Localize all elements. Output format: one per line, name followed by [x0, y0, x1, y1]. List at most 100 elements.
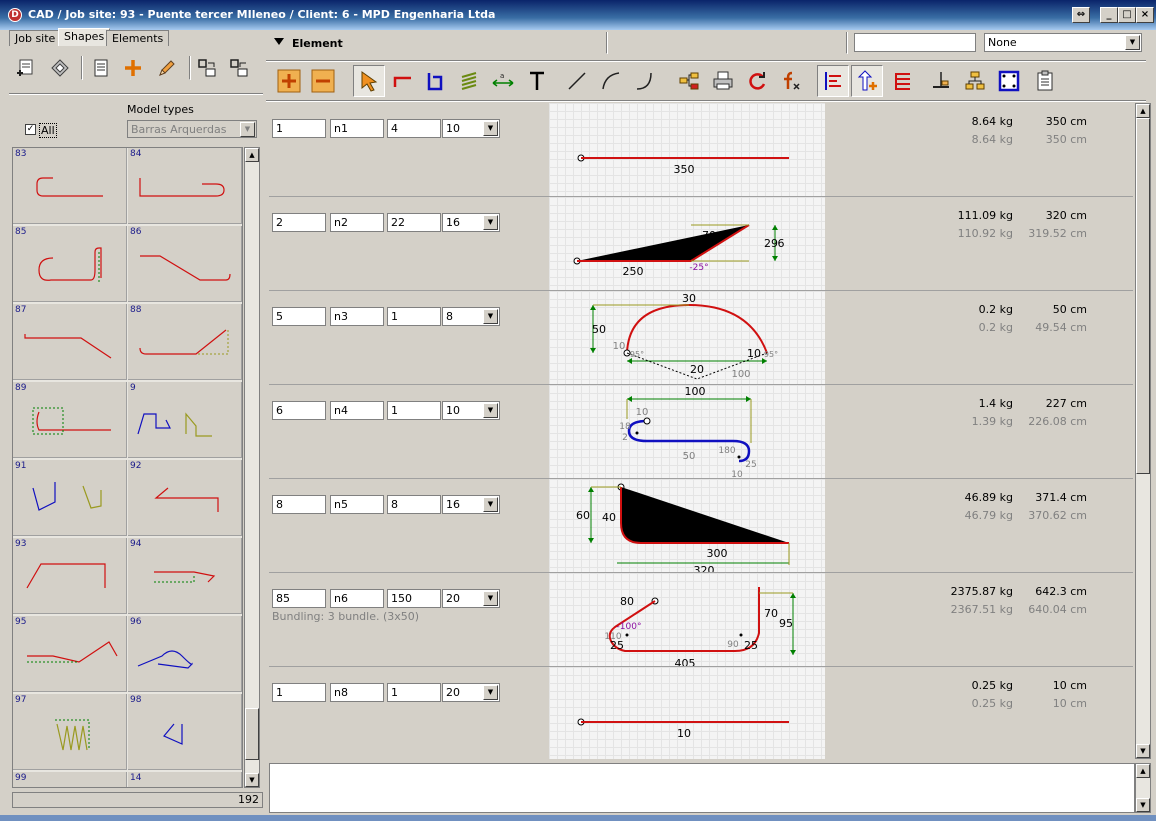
element-search-input[interactable] [854, 33, 976, 52]
shape-cell[interactable]: 97 [13, 694, 127, 770]
scroll-down-icon[interactable]: ▼ [1136, 798, 1150, 812]
diameter-select[interactable]: 20 ▼ [442, 683, 500, 702]
name-field[interactable]: n6 [330, 589, 384, 608]
chevron-down-icon[interactable]: ▼ [483, 309, 498, 324]
shape-cell[interactable]: 89 [13, 382, 127, 458]
shape-cell[interactable]: 93 [13, 538, 127, 614]
notes-textarea[interactable] [269, 763, 1135, 813]
shape-cell[interactable]: 88 [128, 304, 242, 380]
diameter-select[interactable]: 8 ▼ [442, 307, 500, 326]
shape-drawing[interactable]: 30 50 10 10 20 100 95° 95° [549, 291, 825, 384]
chevron-down-icon[interactable]: ▼ [483, 497, 498, 512]
arc-icon[interactable] [595, 65, 627, 97]
qty-field[interactable]: 85 [272, 589, 326, 608]
shape-drawing[interactable]: 40 60 20 300 320 [549, 479, 825, 577]
frame-icon[interactable] [993, 65, 1025, 97]
diameter-select[interactable]: 16 ▼ [442, 495, 500, 514]
shape-cell[interactable]: 96 [128, 616, 242, 692]
insert-up-icon[interactable] [851, 65, 883, 97]
diameter-select[interactable]: 10 ▼ [442, 119, 500, 138]
qty-field[interactable]: 5 [272, 307, 326, 326]
add-icon[interactable] [273, 65, 305, 97]
chevron-down-icon[interactable]: ▼ [1125, 35, 1140, 50]
shapes-icon[interactable] [48, 56, 72, 80]
qty-field[interactable]: 6 [272, 401, 326, 420]
tab-elements[interactable]: Elements [106, 30, 170, 46]
shape-cell[interactable]: 91 [13, 460, 127, 536]
clipboard-icon[interactable] [1029, 65, 1061, 97]
shape-cell[interactable]: 95 [13, 616, 127, 692]
count-field[interactable]: 1 [387, 401, 441, 420]
stirrup-icon[interactable] [419, 65, 451, 97]
notes-scrollbar[interactable]: ▲ ▼ [1135, 763, 1151, 813]
shape-cell[interactable]: 92 [128, 460, 242, 536]
shape-cell[interactable]: 99 [13, 772, 127, 787]
anchor-icon[interactable] [925, 65, 957, 97]
shape-scrollbar[interactable]: ▲ ▼ [244, 147, 260, 788]
shape-drawing[interactable]: 10 [549, 667, 825, 759]
count-field[interactable]: 1 [387, 307, 441, 326]
count-field[interactable]: 22 [387, 213, 441, 232]
name-field[interactable]: n2 [330, 213, 384, 232]
add-from-list-icon[interactable] [15, 56, 39, 80]
shape-cell[interactable]: 98 [128, 694, 242, 770]
edit-icon[interactable] [155, 56, 179, 80]
count-field[interactable]: 8 [387, 495, 441, 514]
stack-icon[interactable] [887, 65, 919, 97]
name-field[interactable]: n8 [330, 683, 384, 702]
select-arrow-icon[interactable] [353, 65, 385, 97]
qty-field[interactable]: 8 [272, 495, 326, 514]
chevron-down-icon[interactable]: ▼ [483, 685, 498, 700]
add-icon[interactable] [121, 56, 145, 80]
chevron-down-icon[interactable]: ▼ [483, 403, 498, 418]
document-icon[interactable] [89, 56, 113, 80]
shape-cell[interactable]: 86 [128, 226, 242, 302]
remove-icon[interactable] [307, 65, 339, 97]
formula-icon[interactable] [775, 65, 807, 97]
chevron-down-icon[interactable]: ▼ [483, 215, 498, 230]
model-types-select[interactable]: Barras Arquerdas ▼ [127, 120, 257, 138]
print-icon[interactable] [707, 65, 739, 97]
qty-field[interactable]: 2 [272, 213, 326, 232]
scroll-up-icon[interactable]: ▲ [1136, 764, 1150, 778]
shape-cell[interactable]: 9 [128, 382, 242, 458]
maximize-button[interactable]: □ [1118, 7, 1136, 23]
qty-field[interactable]: 1 [272, 119, 326, 138]
dimension-icon[interactable]: a [487, 65, 519, 97]
chevron-down-icon[interactable]: ▼ [483, 121, 498, 136]
chevron-down-icon[interactable]: ▼ [240, 122, 255, 137]
export-icon[interactable] [195, 56, 219, 80]
diameter-select[interactable]: 16 ▼ [442, 213, 500, 232]
shape-cell[interactable]: 14 [128, 772, 242, 787]
close-button[interactable]: × [1136, 7, 1154, 23]
spiral-icon[interactable] [453, 65, 485, 97]
bar-l-icon[interactable] [387, 65, 419, 97]
hook-icon[interactable] [629, 65, 661, 97]
org-chart-icon[interactable] [673, 65, 705, 97]
shape-cell[interactable]: 84 [128, 148, 242, 224]
refresh-icon[interactable] [741, 65, 773, 97]
align-left-icon[interactable] [817, 65, 849, 97]
shape-cell[interactable]: 87 [13, 304, 127, 380]
collapse-arrow-icon[interactable] [274, 38, 284, 45]
minimize-button[interactable]: _ [1100, 7, 1118, 23]
element-filter-select[interactable]: None ▼ [984, 33, 1142, 52]
all-checkbox[interactable]: ✓ [25, 124, 36, 135]
shape-cell[interactable]: 94 [128, 538, 242, 614]
name-field[interactable]: n5 [330, 495, 384, 514]
shape-drawing[interactable]: 350 [549, 103, 825, 196]
count-field[interactable]: 4 [387, 119, 441, 138]
line-icon[interactable] [561, 65, 593, 97]
scroll-thumb[interactable] [1136, 118, 1150, 474]
name-field[interactable]: n4 [330, 401, 384, 420]
main-scrollbar[interactable]: ▲ ▼ [1135, 103, 1151, 759]
shape-cell[interactable]: 85 [13, 226, 127, 302]
shape-cell[interactable]: 83 [13, 148, 127, 224]
scroll-down-icon[interactable]: ▼ [1136, 744, 1150, 758]
diameter-select[interactable]: 20 ▼ [442, 589, 500, 608]
shape-drawing[interactable]: 250 70 29 6 -25° [549, 197, 825, 290]
tab-shapes[interactable]: Shapes [58, 28, 111, 46]
scroll-up-icon[interactable]: ▲ [245, 148, 259, 162]
count-field[interactable]: 150 [387, 589, 441, 608]
restore-icon[interactable]: ⇔ [1072, 7, 1090, 23]
